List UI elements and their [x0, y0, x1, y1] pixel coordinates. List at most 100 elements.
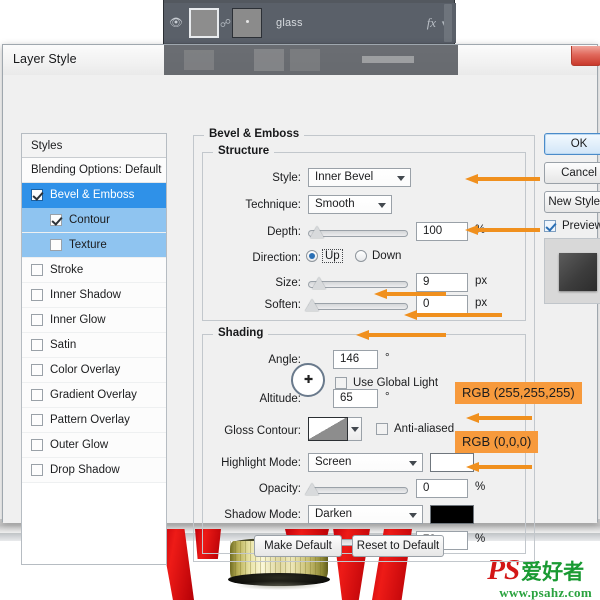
soften-slider[interactable] — [308, 303, 408, 310]
highlight-mode-field-label: Highlight Mode: — [203, 457, 301, 469]
layer-fx-icon[interactable]: fx — [427, 15, 440, 31]
angle-input[interactable]: 146 — [333, 350, 378, 369]
style-label: Contour — [69, 214, 110, 226]
titlebar-glass-overlay — [164, 45, 458, 75]
checkbox-pattern-overlay[interactable] — [31, 414, 43, 426]
depth-slider[interactable] — [308, 230, 408, 237]
technique-select[interactable]: Smooth — [308, 195, 392, 214]
style-row-pattern-overlay[interactable]: Pattern Overlay — [22, 408, 166, 433]
highlight-opacity-input[interactable]: 0 — [416, 479, 468, 498]
shadow-mode-select[interactable]: Darken — [308, 505, 423, 524]
style-label: Color Overlay — [50, 364, 120, 376]
checkbox-outer-glow[interactable] — [31, 439, 43, 451]
checkbox-inner-glow[interactable] — [31, 314, 43, 326]
reset-to-default-button[interactable]: Reset to Default — [352, 535, 444, 557]
style-select-value: Inner Bevel — [315, 171, 373, 183]
style-row-color-overlay[interactable]: Color Overlay — [22, 358, 166, 383]
annotation-arrow-angle — [374, 289, 446, 299]
shadow-color-swatch[interactable] — [430, 505, 474, 524]
radio-down-indicator[interactable] — [355, 250, 367, 262]
highlight-mode-select[interactable]: Screen — [308, 453, 423, 472]
style-label: Stroke — [50, 264, 83, 276]
screenshot-root: 👁 ☍ glass fx ▼ PS爱好者 www.psahz.com — [0, 0, 600, 600]
shadow-mode-value: Darken — [315, 508, 352, 520]
annotation-badge-shadow-rgb: RGB (0,0,0) — [455, 431, 538, 453]
radio-up-indicator[interactable] — [306, 250, 318, 262]
photoshop-layers-panel: 👁 ☍ glass fx ▼ — [163, 0, 455, 46]
checkbox-drop-shadow[interactable] — [31, 464, 43, 476]
checkbox-gradient-overlay[interactable] — [31, 389, 43, 401]
checkbox-contour[interactable] — [50, 214, 62, 226]
style-label: Pattern Overlay — [50, 414, 130, 426]
shadow-opacity-unit-label: % — [475, 533, 485, 545]
ok-button[interactable]: OK — [544, 133, 600, 155]
layer-mask-thumbnail[interactable] — [232, 8, 262, 38]
preview-checkbox[interactable]: Preview — [544, 220, 600, 232]
watermark-chinese-text: 爱好者 — [521, 560, 584, 584]
preview-thumbnail — [544, 238, 600, 304]
depth-slider-knob[interactable] — [310, 226, 324, 238]
style-row-texture[interactable]: Texture — [22, 233, 166, 258]
highlight-opacity-slider[interactable] — [308, 487, 408, 494]
depth-input[interactable]: 100 — [416, 222, 468, 241]
style-label: Outer Glow — [50, 439, 108, 451]
style-row-inner-shadow[interactable]: Inner Shadow — [22, 283, 166, 308]
angle-field-label: Angle: — [213, 354, 301, 366]
gloss-contour-dropdown[interactable] — [348, 417, 362, 441]
style-select[interactable]: Inner Bevel — [308, 168, 411, 187]
use-global-light-checkbox[interactable]: Use Global Light — [335, 377, 438, 389]
altitude-input[interactable]: 65 — [333, 389, 378, 408]
dialog-side-buttons: OK Cancel New Style... Preview — [544, 133, 600, 304]
checkbox-stroke[interactable] — [31, 264, 43, 276]
layer-visibility-eye-icon[interactable]: 👁 — [164, 18, 188, 29]
soften-unit-label: px — [475, 297, 487, 309]
structure-group-title: Structure — [213, 145, 274, 157]
direction-up-radio[interactable]: Up — [306, 250, 342, 262]
layer-link-icon[interactable]: ☍ — [219, 17, 232, 30]
style-row-bevel-emboss[interactable]: Bevel & Emboss — [22, 183, 166, 208]
close-icon[interactable] — [571, 46, 600, 66]
checkbox-bevel-emboss[interactable] — [31, 189, 43, 201]
style-row-contour[interactable]: Contour — [22, 208, 166, 233]
blending-options-row[interactable]: Blending Options: Default — [22, 158, 166, 183]
layer-row-glass[interactable]: 👁 ☍ glass fx ▼ — [164, 3, 456, 43]
new-style-button[interactable]: New Style... — [544, 191, 600, 213]
checkbox-color-overlay[interactable] — [31, 364, 43, 376]
altitude-unit-label: ° — [385, 391, 390, 403]
size-unit-label: px — [475, 275, 487, 287]
bevel-emboss-group-title: Bevel & Emboss — [204, 128, 304, 140]
altitude-field-label: Altitude: — [213, 393, 301, 405]
checkbox-use-global-light[interactable] — [335, 377, 347, 389]
direction-down-radio[interactable]: Down — [355, 250, 401, 262]
checkbox-preview[interactable] — [544, 220, 556, 232]
annotation-arrow-altitude — [356, 330, 446, 340]
checkbox-inner-shadow[interactable] — [31, 289, 43, 301]
checkbox-texture[interactable] — [50, 239, 62, 251]
make-default-button[interactable]: Make Default — [254, 535, 342, 557]
mouse-cursor-icon: ✚ — [304, 373, 313, 386]
highlight-opacity-slider-knob[interactable] — [305, 483, 319, 495]
preview-thumbnail-shape — [559, 253, 597, 291]
size-slider-knob[interactable] — [312, 277, 326, 289]
style-label: Texture — [69, 239, 107, 251]
style-row-satin[interactable]: Satin — [22, 333, 166, 358]
layer-thumbnail[interactable] — [189, 8, 219, 38]
style-row-stroke[interactable]: Stroke — [22, 258, 166, 283]
anti-aliased-checkbox[interactable]: Anti-aliased — [376, 423, 454, 435]
size-slider[interactable] — [308, 281, 408, 288]
highlight-mode-value: Screen — [315, 456, 351, 468]
style-row-outer-glow[interactable]: Outer Glow — [22, 433, 166, 458]
soften-field-label: Soften: — [213, 299, 301, 311]
style-row-gradient-overlay[interactable]: Gradient Overlay — [22, 383, 166, 408]
annotation-arrow-highlight-opacity — [466, 413, 532, 423]
technique-field-label: Technique: — [213, 199, 301, 211]
style-row-drop-shadow[interactable]: Drop Shadow — [22, 458, 166, 483]
style-row-inner-glow[interactable]: Inner Glow — [22, 308, 166, 333]
checkbox-anti-aliased[interactable] — [376, 423, 388, 435]
gloss-contour-preview[interactable] — [308, 417, 348, 441]
checkbox-satin[interactable] — [31, 339, 43, 351]
dialog-titlebar[interactable]: Layer Style — [3, 45, 597, 75]
cancel-button[interactable]: Cancel — [544, 162, 600, 184]
soften-slider-knob[interactable] — [305, 299, 319, 311]
layers-scrollbar[interactable] — [444, 4, 452, 42]
